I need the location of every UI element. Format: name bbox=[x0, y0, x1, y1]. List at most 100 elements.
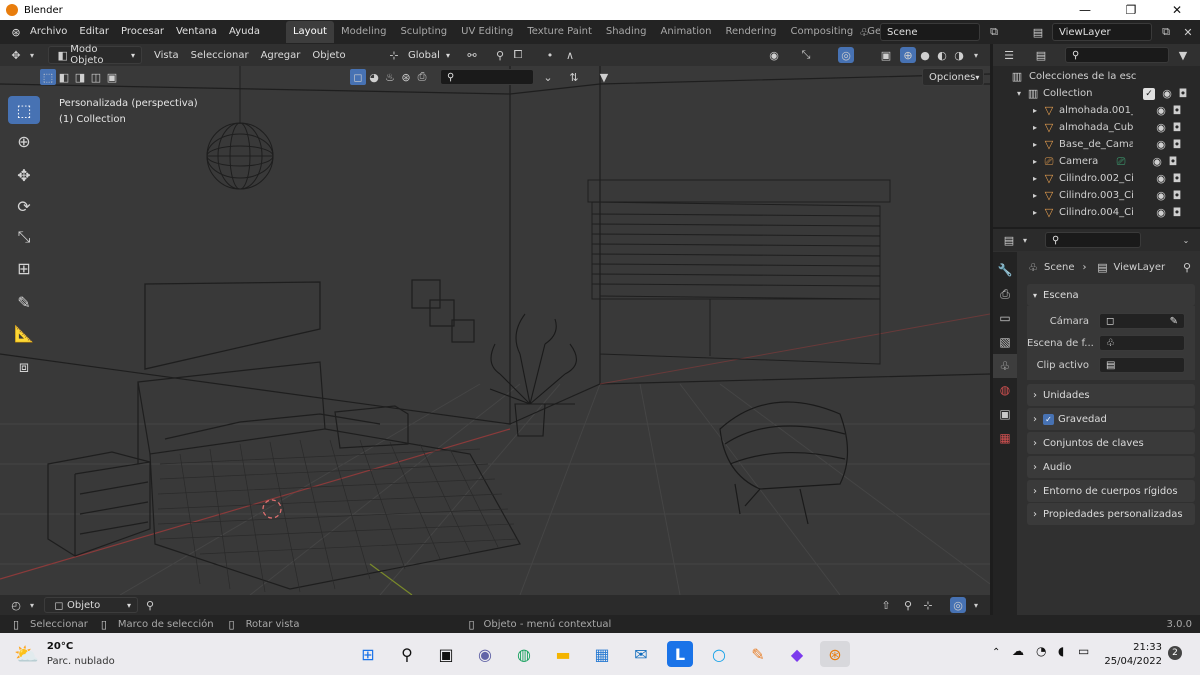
chevron-up-icon[interactable]: ⌃ bbox=[992, 647, 1000, 658]
snap-target-icon[interactable]: ⊹ bbox=[920, 597, 936, 613]
tab-world[interactable]: ◍ bbox=[993, 378, 1017, 402]
select-invert-icon[interactable]: ◫ bbox=[88, 69, 104, 85]
select-box-tool[interactable]: ⬚ bbox=[8, 96, 40, 124]
editor-type-icon[interactable]: ☰ bbox=[1001, 47, 1017, 63]
scene-panel-header[interactable]: ▾ Escena bbox=[1027, 284, 1195, 306]
list-item[interactable]: ▸ ▽ Cilindro.002_Cili ◉ ◘ bbox=[993, 170, 1200, 187]
options-dropdown[interactable]: Opciones ▾ bbox=[922, 68, 984, 86]
camera-data-icon[interactable]: ⎚ bbox=[1113, 154, 1129, 170]
chevron-right-icon[interactable]: ▸ bbox=[1033, 106, 1037, 115]
viewlayer-field[interactable]: ViewLayer bbox=[1052, 23, 1152, 41]
mail-icon[interactable]: ✉ bbox=[628, 641, 654, 667]
chevron-right-icon[interactable]: ▸ bbox=[1033, 140, 1037, 149]
background-scene-field[interactable]: ♧ bbox=[1099, 335, 1185, 351]
viewlayer-browse-icon[interactable]: ▤ bbox=[1030, 24, 1046, 40]
tab-texture[interactable]: ▦ bbox=[993, 426, 1017, 450]
tab-collection[interactable]: ▣ bbox=[993, 402, 1017, 426]
select-extend-icon[interactable]: ◧ bbox=[56, 69, 72, 85]
list-item[interactable]: ▸ ▽ Base_de_Cama_C ◉ ◘ bbox=[993, 136, 1200, 153]
teams-chat-icon[interactable]: ◉ bbox=[472, 641, 498, 667]
clock[interactable]: 21:33 25/04/2022 bbox=[1104, 641, 1162, 669]
falloff-icon[interactable]: ∧ bbox=[562, 47, 578, 63]
remove-viewlayer-icon[interactable]: ✕ bbox=[1180, 24, 1196, 40]
menu-vista[interactable]: Vista bbox=[148, 46, 185, 64]
camera-render-icon[interactable]: ◘ bbox=[1169, 171, 1185, 187]
orientation-icon[interactable]: ⊹ bbox=[386, 47, 402, 63]
edge-browser-icon[interactable]: ◍ bbox=[511, 641, 537, 667]
tab-tool[interactable]: 🔧 bbox=[993, 258, 1017, 282]
filter-world-icon[interactable]: ⊛ bbox=[398, 69, 414, 85]
filter-light-icon[interactable]: ♨ bbox=[382, 69, 398, 85]
editor-type-icon[interactable]: ▤ bbox=[1001, 232, 1017, 248]
xray-icon[interactable]: ▣ bbox=[878, 47, 894, 63]
add-cube-tool[interactable]: ⧈ bbox=[8, 353, 40, 381]
tab-shading[interactable]: Shading bbox=[599, 21, 654, 43]
camera-render-icon[interactable]: ◘ bbox=[1169, 120, 1185, 136]
select-intersect-icon[interactable]: ▣ bbox=[104, 69, 120, 85]
filter-material-icon[interactable]: ◕ bbox=[366, 69, 382, 85]
wifi-icon[interactable]: ◔ bbox=[1036, 644, 1046, 658]
tab-animation[interactable]: Animation bbox=[653, 21, 718, 43]
rendered-shading-icon[interactable]: ◑ bbox=[951, 47, 967, 63]
microsoft-store-icon[interactable]: ▦ bbox=[589, 641, 615, 667]
filter-mesh-icon[interactable]: ◻ bbox=[350, 69, 366, 85]
tab-scene[interactable]: ♧ bbox=[993, 354, 1017, 378]
camera-render-icon[interactable]: ◘ bbox=[1175, 86, 1191, 102]
task-view-icon[interactable]: ▣ bbox=[433, 641, 459, 667]
select-new-icon[interactable]: ⬚ bbox=[40, 69, 56, 85]
gravity-checkbox[interactable]: ✓ bbox=[1043, 413, 1054, 425]
chevron-down-icon[interactable]: ▾ bbox=[968, 47, 984, 63]
display-mode-icon[interactable]: ▤ bbox=[1033, 47, 1049, 63]
tab-sculpting[interactable]: Sculpting bbox=[393, 21, 454, 43]
viewport-search-input[interactable]: ⚲ bbox=[440, 69, 534, 85]
overlays-icon[interactable]: ◎ bbox=[950, 597, 966, 613]
orientation-icon[interactable]: ⇧ bbox=[878, 597, 894, 613]
collapse-icon[interactable]: ⌄ bbox=[540, 69, 556, 85]
tab-output[interactable]: ▭ bbox=[993, 306, 1017, 330]
tab-uv-editing[interactable]: UV Editing bbox=[454, 21, 520, 43]
measure-tool[interactable]: 📐 bbox=[8, 319, 40, 347]
cloud-icon[interactable]: ☁ bbox=[1012, 644, 1024, 658]
menu-seleccionar[interactable]: Seleccionar bbox=[185, 46, 255, 64]
windows-start-icon[interactable]: ⊞ bbox=[355, 641, 381, 667]
solid-shading-icon[interactable]: ● bbox=[917, 47, 933, 63]
editor-type-icon[interactable]: ✥ bbox=[8, 47, 24, 63]
panel-custom-properties[interactable]: › Propiedades personalizadas bbox=[1027, 503, 1195, 525]
camera-render-icon[interactable]: ◘ bbox=[1169, 137, 1185, 153]
filter-render-icon[interactable]: ⎙ bbox=[414, 69, 430, 85]
menu-objeto[interactable]: Objeto bbox=[306, 46, 351, 64]
chevron-down-icon[interactable]: ▾ bbox=[968, 597, 984, 613]
cortana-icon[interactable]: ○ bbox=[706, 641, 732, 667]
minimize-button[interactable]: — bbox=[1062, 0, 1108, 20]
scene-field[interactable]: Scene bbox=[880, 23, 980, 41]
chevron-right-icon[interactable]: ▸ bbox=[1033, 157, 1037, 166]
tab-rendering[interactable]: Rendering bbox=[718, 21, 783, 43]
search-icon[interactable]: ⚲ bbox=[394, 641, 420, 667]
menu-ventana[interactable]: Ventana bbox=[170, 20, 223, 44]
scene-browse-icon[interactable]: ♧ bbox=[856, 24, 872, 40]
outliner-scene-collection[interactable]: ▥ Colecciones de la escena bbox=[993, 68, 1200, 85]
pivot-icon[interactable]: ⚯ bbox=[464, 47, 480, 63]
annotate-tool[interactable]: ✎ bbox=[8, 288, 40, 316]
gizmo-icon[interactable]: ⤡ bbox=[798, 47, 814, 63]
move-tool[interactable]: ✥ bbox=[8, 161, 40, 189]
pin-icon[interactable]: ⚲ bbox=[142, 597, 158, 613]
gem-app-icon[interactable]: ◆ bbox=[784, 641, 810, 667]
menu-procesar[interactable]: Procesar bbox=[115, 20, 170, 44]
paint-app-icon[interactable]: ✎ bbox=[745, 641, 771, 667]
menu-archivo[interactable]: Archivo bbox=[24, 20, 73, 44]
select-subtract-icon[interactable]: ◨ bbox=[72, 69, 88, 85]
camera-render-icon[interactable]: ◘ bbox=[1165, 154, 1181, 170]
list-item[interactable]: ▸ ▽ Cilindro.003_Cili ◉ ◘ bbox=[993, 187, 1200, 204]
camera-field[interactable]: ◻ ✎ bbox=[1099, 313, 1185, 329]
tab-modeling[interactable]: Modeling bbox=[334, 21, 394, 43]
close-button[interactable]: ✕ bbox=[1154, 0, 1200, 20]
editor-type-icon[interactable]: ◴ bbox=[8, 597, 24, 613]
filter-icon[interactable]: ▼ bbox=[596, 69, 612, 85]
eyedropper-icon[interactable]: ✎ bbox=[1170, 316, 1178, 327]
eye-icon[interactable]: ◉ bbox=[1153, 205, 1169, 221]
panel-keying-sets[interactable]: › Conjuntos de claves bbox=[1027, 432, 1195, 454]
wireframe-shading-icon[interactable]: ⊕ bbox=[900, 47, 916, 63]
snap-icon[interactable]: ⚲ bbox=[492, 47, 508, 63]
app-l-icon[interactable]: L bbox=[667, 641, 693, 667]
